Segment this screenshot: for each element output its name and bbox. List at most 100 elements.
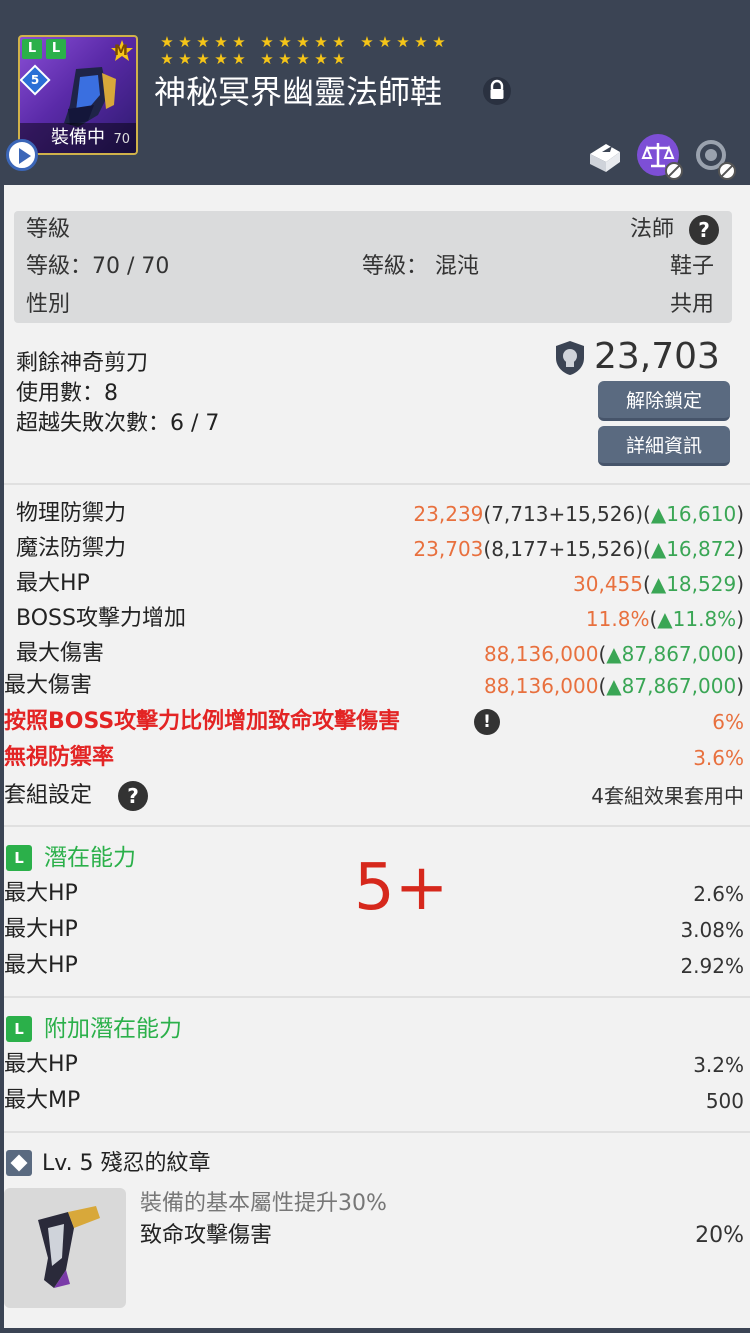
star-icon: ★: [396, 33, 410, 51]
star-icon: ★: [160, 50, 174, 68]
stat-delta: ▲18,529: [650, 572, 737, 596]
stat-value: 23,703(8,177+15,526)(▲16,872): [413, 535, 744, 563]
stat-close: ): [736, 537, 744, 561]
star-icon: ★: [260, 50, 274, 68]
stat-total: 88,136,000: [483, 674, 599, 698]
help-icon[interactable]: ?: [689, 215, 719, 245]
legendary-badge: L: [46, 39, 66, 59]
potential-line-label: 最大HP: [4, 953, 78, 978]
star-group: ★ ★ ★ ★ ★: [258, 34, 348, 51]
divider: [4, 483, 750, 485]
special-stat-label: 按照BOSS攻擊力比例增加致命攻擊傷害: [4, 709, 401, 734]
stat-delta: ▲16,610: [650, 502, 737, 526]
star-icon: ★: [314, 50, 328, 68]
reset-icon[interactable]: [690, 134, 736, 180]
emblem-icon: [6, 1150, 32, 1176]
additional-line-value: 500: [705, 1089, 744, 1113]
star-group: ★ ★ ★ ★ ★: [158, 51, 248, 68]
stat-delta: ▲87,867,000: [606, 642, 737, 666]
class-label: 法師: [630, 217, 675, 242]
star-icon: ★: [360, 33, 374, 51]
potential-line-value: 2.6%: [693, 882, 744, 906]
stat-detail: (8,177+15,526)(: [483, 537, 651, 561]
stat-detail: (7,713+15,526)(: [483, 502, 651, 526]
scissors-label: 剩餘神奇剪刀: [16, 351, 149, 376]
stat-total: 88,136,000: [483, 642, 599, 666]
additional-potential-grade-badge: L: [6, 1016, 32, 1042]
star-icon: ★: [178, 33, 192, 51]
stat-close: ): [736, 607, 744, 631]
info-icon[interactable]: !: [474, 709, 500, 735]
set-label: 套組設定: [4, 783, 93, 808]
transfer-icon[interactable]: [584, 134, 626, 176]
divider: [4, 1131, 750, 1133]
potential-line-value: 3.08%: [680, 918, 744, 942]
star-icon: ★: [332, 33, 346, 51]
star-icon: ★: [296, 33, 310, 51]
star-icon: ★: [178, 50, 192, 68]
item-icon[interactable]: L L M 5 裝備中 70: [18, 35, 138, 155]
star-icon: ★: [414, 33, 428, 51]
potential-line-label: 最大HP: [4, 917, 78, 942]
item-detail-screen: L L M 5 裝備中 70 ★ ★ ★ ★ ★ ★ ★ ★ ★ ★ ★ ★ ★ ★ ★ ★ ★ ★ ★ ★ ★ ★ ★ ★…: [0, 0, 750, 1333]
detail-button[interactable]: 詳細資訊: [598, 426, 730, 466]
upgrade-level-badge: 5: [20, 64, 51, 96]
stat-value: 23,239(7,713+15,526)(▲16,610): [413, 500, 744, 528]
star-icon: ★: [214, 50, 228, 68]
additional-potential-title: 附加潛在能力: [44, 1016, 182, 1042]
stat-label: BOSS攻擊力增加: [16, 606, 186, 631]
item-title: 神秘冥界幽靈法師鞋: [154, 73, 443, 111]
stat-detail: (: [643, 572, 651, 596]
stat-label: 物理防禦力: [16, 501, 127, 526]
unlock-button[interactable]: 解除鎖定: [598, 381, 730, 421]
star-icon: ★: [260, 33, 274, 51]
divider: [4, 825, 750, 827]
stat-label: 最大傷害: [16, 641, 105, 666]
help-icon[interactable]: ?: [118, 781, 148, 811]
star-force-stars: ★ ★ ★ ★ ★ ★ ★ ★ ★ ★ ★ ★ ★ ★ ★ ★ ★ ★ ★ ★ ★ ★ ★ ★ ★: [158, 34, 578, 70]
mythic-star-badge: M: [110, 39, 133, 61]
star-icon: ★: [314, 33, 328, 51]
potential-line-value: 2.92%: [680, 954, 744, 978]
shoe-image: [64, 67, 116, 127]
stat-label: 最大HP: [16, 571, 90, 596]
level-label: 等級: [26, 217, 71, 242]
disabled-icon: [718, 162, 736, 180]
gender-value: 共用: [670, 292, 715, 317]
star-icon: ★: [432, 33, 446, 51]
stat-total: 11.8%: [585, 607, 650, 631]
emblem-description: 裝備的基本屬性提升30%: [140, 1191, 387, 1216]
star-icon: ★: [232, 50, 246, 68]
special-stat-value: 3.6%: [693, 746, 744, 770]
star-icon: ★: [160, 33, 174, 51]
item-price: 23,703: [594, 336, 720, 377]
shield-icon: [556, 341, 584, 375]
stat-value: 88,136,000(▲87,867,000): [484, 640, 744, 668]
item-type: 鞋子: [670, 254, 715, 279]
star-icon: ★: [378, 33, 392, 51]
emblem-stat-value: 20%: [695, 1223, 744, 1248]
stat-delta: ▲11.8%: [657, 607, 737, 631]
set-value: 4套組效果套用中: [591, 784, 744, 808]
stat-total: 23,703: [413, 537, 484, 561]
emblem-stat-label: 致命攻擊傷害: [140, 1223, 273, 1248]
item-grade: 等級： 混沌: [362, 254, 479, 279]
divider: [4, 996, 750, 998]
stat-label: 魔法防禦力: [16, 536, 127, 561]
additional-line-value: 3.2%: [693, 1053, 744, 1077]
requirements-panel: 等級 法師 ? 等級：70 / 70 等級： 混沌 鞋子 性別 共用: [14, 211, 732, 323]
stat-value: 11.8%(▲11.8%): [586, 605, 744, 633]
star-icon: ★: [214, 33, 228, 51]
item-level: 70: [113, 132, 130, 147]
star-icon: ★: [332, 50, 346, 68]
required-level: 等級：70 / 70: [26, 254, 170, 279]
legendary-badge: L: [22, 39, 42, 59]
special-stat-value: 6%: [712, 710, 744, 734]
stat-total: 30,455: [573, 572, 643, 596]
scale-icon[interactable]: [637, 134, 683, 180]
stat-value: 88,136,000(▲87,867,000): [484, 672, 744, 700]
stat-close: ): [736, 572, 744, 596]
play-icon[interactable]: [6, 139, 38, 171]
emblem-image: [4, 1188, 126, 1308]
star-icon: ★: [278, 50, 292, 68]
